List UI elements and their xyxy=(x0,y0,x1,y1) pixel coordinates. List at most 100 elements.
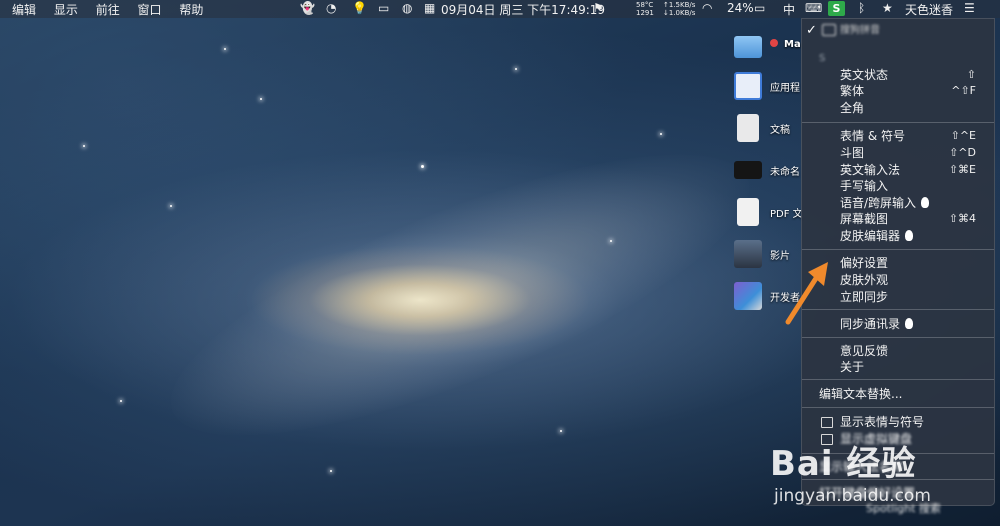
menu-item-edit-text-replace[interactable]: 编辑文本替换... xyxy=(819,386,902,402)
menu-item-english-mode[interactable]: 英文状态 xyxy=(840,67,888,83)
star-icon[interactable]: ★ xyxy=(882,1,893,15)
menu-item-sync-contacts[interactable]: 同步通讯录 xyxy=(840,316,914,332)
input-mode[interactable]: 中 xyxy=(783,1,795,18)
menu-item-preferences[interactable]: 偏好设置 xyxy=(840,255,888,271)
battery-percent[interactable]: 24% xyxy=(727,1,754,15)
list-icon[interactable]: ☰ xyxy=(964,1,975,15)
shortcut: ⇧^E xyxy=(950,129,976,142)
globe-icon[interactable]: ◍ xyxy=(402,1,412,15)
annotation-arrow-icon xyxy=(785,262,828,325)
menu-separator xyxy=(802,337,994,338)
menu-item-label: 皮肤外观 xyxy=(840,273,889,287)
watermark-brand: Bai 经验 xyxy=(770,444,917,484)
input-source-icon xyxy=(822,24,836,36)
bookmark-icon[interactable]: ⚑ xyxy=(593,1,604,15)
menu-bar: 编辑 显示 前往 窗口 帮助 👻 ◔ 💡 ▭ ◍ ▦ 09月04日 周三 下午1… xyxy=(0,0,1000,18)
star xyxy=(660,133,662,135)
red-tag-icon xyxy=(770,39,778,47)
net-down: ↓1.0KB/s xyxy=(663,9,696,17)
menu-help[interactable]: 帮助 xyxy=(179,3,203,17)
star xyxy=(170,205,172,207)
menu-item-label: 英文状态 xyxy=(840,68,889,82)
menu-item-emoji-symbols[interactable]: 表情 & 符号 xyxy=(840,128,905,144)
menu-item-about[interactable]: 关于 xyxy=(840,359,864,375)
movie-icon xyxy=(734,240,762,268)
menu-item-label: 皮肤编辑器 xyxy=(840,229,901,243)
developer-icon xyxy=(734,282,762,310)
menu-item-screenshot[interactable]: 屏幕截图 xyxy=(840,211,888,227)
lightbulb-icon[interactable]: 💡 xyxy=(352,1,367,15)
desktop-icon-label: 文稿 xyxy=(770,125,790,136)
menu-go[interactable]: 前往 xyxy=(96,3,120,17)
lightbulb-icon xyxy=(905,318,914,329)
menu-item-label: 斗图 xyxy=(840,146,865,160)
menu-window[interactable]: 窗口 xyxy=(138,3,162,17)
menu-separator xyxy=(802,249,994,250)
baidu-watermark: Bai 经验 jingyan.baidu.com xyxy=(770,436,980,511)
desktop-icon-label: Ma xyxy=(784,39,801,50)
folder-icon xyxy=(734,36,762,58)
menu-separator xyxy=(802,379,994,380)
shortcut: ⇧^D xyxy=(949,146,976,159)
menubar-datetime[interactable]: 09月04日 周三 下午17:49:19 xyxy=(441,1,605,18)
menu-item-label: 繁体 xyxy=(840,84,865,98)
star xyxy=(610,240,612,242)
menu-item-english-input[interactable]: 英文输入法 xyxy=(840,162,900,178)
finder-icon xyxy=(734,72,762,100)
app-menus: 编辑 显示 前往 窗口 帮助 xyxy=(12,1,217,18)
menu-item-show-emoji[interactable]: 显示表情与符号 xyxy=(840,414,924,430)
menu-separator xyxy=(802,122,994,123)
input-source-name[interactable]: 搜狗拼音 xyxy=(840,23,880,39)
desktop-icon-label: 应用程 xyxy=(770,83,800,94)
desktop-icon-label: 未命名 xyxy=(770,167,800,178)
document-icon xyxy=(737,114,759,142)
menu-item-feedback[interactable]: 意见反馈 xyxy=(840,343,888,359)
menu-item-handwriting[interactable]: 手写输入 xyxy=(840,178,888,194)
star xyxy=(83,145,85,147)
menu-item-label: 英文输入法 xyxy=(840,163,901,177)
wifi-icon[interactable]: ◠ xyxy=(702,1,712,15)
cpu-stats[interactable]: 58°C 1291 xyxy=(636,1,654,17)
desktop-icon-label: 影片 xyxy=(770,251,790,262)
sogou-logo-icon[interactable]: S xyxy=(828,1,845,16)
star xyxy=(330,470,332,472)
shortcut: ⇧⌘E xyxy=(948,163,976,176)
menu-item-label: 立即同步 xyxy=(840,290,889,304)
keyboard-icon[interactable]: ⌨ xyxy=(805,1,822,15)
bluetooth-icon[interactable]: ᛒ xyxy=(858,1,865,15)
menu-item-voice-input[interactable]: 语音/跨屏输入 xyxy=(840,195,930,211)
cpu-temp: 58°C xyxy=(636,1,654,9)
battery-icon[interactable]: ▭ xyxy=(754,1,765,15)
display-icon[interactable]: ▭ xyxy=(378,1,389,15)
user-name[interactable]: 天色迷香 xyxy=(905,1,953,18)
menu-item-skin-appearance[interactable]: 皮肤外观 xyxy=(840,272,888,288)
star xyxy=(120,400,122,402)
menu-item-label: 手写输入 xyxy=(840,179,889,193)
menu-item-label: 同步通讯录 xyxy=(840,317,901,331)
shortcut: ^⇧F xyxy=(951,84,976,97)
menu-item-label: 全角 xyxy=(840,101,865,115)
menu-item-sync-now[interactable]: 立即同步 xyxy=(840,289,888,305)
network-stats[interactable]: ↑1.5KB/s ↓1.0KB/s xyxy=(663,1,695,17)
screenshot-icon xyxy=(734,161,762,179)
menu-item-label: 表情 & 符号 xyxy=(840,129,905,143)
desktop-icon-label: PDF 文 xyxy=(770,209,803,220)
menu-item-traditional[interactable]: 繁体 xyxy=(840,83,864,99)
lightbulb-icon xyxy=(905,230,914,241)
sync-icon[interactable]: ◔ xyxy=(326,1,336,15)
menu-edit[interactable]: 编辑 xyxy=(12,3,36,17)
star xyxy=(421,165,424,168)
menu-item-label: 偏好设置 xyxy=(840,256,889,270)
menu-view[interactable]: 显示 xyxy=(54,3,78,17)
ghost-icon[interactable]: 👻 xyxy=(300,1,315,15)
menu-item-fullwidth[interactable]: 全角 xyxy=(840,100,864,116)
menu-item-skin-editor[interactable]: 皮肤编辑器 xyxy=(840,228,914,244)
menu-item-label: 关于 xyxy=(840,360,865,374)
menu-item-label: 显示表情与符号 xyxy=(840,415,925,429)
shortcut: ⇧⌘4 xyxy=(948,212,976,225)
emoji-viewer-icon xyxy=(821,417,833,428)
star xyxy=(515,68,517,70)
menu-item-label: 语音/跨屏输入 xyxy=(840,196,917,210)
menu-item-sticker[interactable]: 斗图 xyxy=(840,145,864,161)
calendar-icon[interactable]: ▦ xyxy=(424,1,435,15)
